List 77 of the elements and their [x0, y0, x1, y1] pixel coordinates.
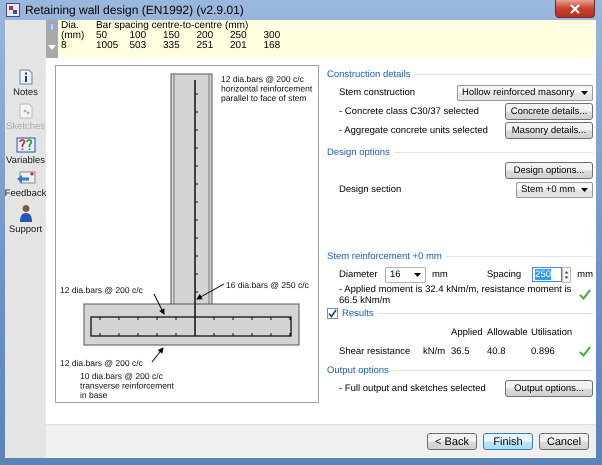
- details-button[interactable]: Concrete details...: [505, 103, 593, 120]
- envelope-arrow-icon: [16, 171, 36, 186]
- section-title: Output options: [327, 364, 389, 376]
- document-icon: [18, 103, 34, 119]
- stem-construction-dropdown[interactable]: Hollow reinforced masonry: [457, 84, 593, 100]
- table-cell-text: 0.896: [531, 346, 556, 357]
- table-cell-text: 251: [196, 41, 214, 51]
- field-label: Design section: [339, 184, 402, 195]
- details-button[interactable]: Masonry details...: [505, 122, 593, 139]
- diameter-dropdown[interactable]: 16: [385, 266, 426, 282]
- section-title: Results: [342, 308, 374, 318]
- table-cell-text: Shear resistance: [339, 346, 412, 357]
- annotation-label: 12 dia.bars @ 200 c/c: [60, 358, 143, 368]
- sidebar-item[interactable]: Support: [5, 204, 46, 235]
- person-icon: [18, 204, 32, 222]
- note-text: - Concrete class C30/37 selected: [339, 106, 479, 117]
- table-cell-text: 8: [60, 41, 67, 51]
- annotation-label: 16 dia.bars @ 250 c/c: [226, 280, 309, 290]
- output-options-button[interactable]: Output options...: [505, 380, 593, 397]
- app-icon: [6, 3, 20, 17]
- leader-line: [154, 294, 164, 315]
- table-header: Dia.: [60, 21, 79, 31]
- close-icon: [569, 4, 581, 14]
- field-label: Stem construction: [339, 87, 416, 98]
- column-header: Applied: [451, 327, 484, 338]
- table-cell-text: 250: [230, 31, 247, 41]
- annotation-label: 10 dia.bars @ 200 c/c transverse reinforcement in base: [80, 371, 174, 400]
- close-button[interactable]: [555, 0, 595, 18]
- table-cell-text: (mm): [60, 31, 86, 41]
- sidebar-item[interactable]: Variables: [5, 137, 46, 166]
- table-cell-text: 335: [163, 41, 181, 51]
- note-text: - Aggregate concrete units selected: [339, 125, 488, 136]
- table-cell-text: 300: [264, 31, 282, 41]
- table-cell-text: 201: [230, 41, 248, 51]
- design-section-dropdown[interactable]: Stem +0 mm: [516, 182, 593, 198]
- field-label: Diameter: [339, 269, 379, 280]
- table-cell-text: 168: [264, 41, 282, 51]
- check-icon: [328, 308, 337, 318]
- dialog-button[interactable]: Finish: [483, 433, 533, 450]
- leader-line: [152, 347, 164, 362]
- table-cell-text: 36.5: [451, 346, 470, 357]
- section-title: Construction details: [327, 68, 410, 80]
- results-checkbox[interactable]: [327, 308, 338, 318]
- table-cell-text: 50: [96, 31, 108, 41]
- column-header: Utilisation: [531, 327, 574, 338]
- table-cell-text: 1005: [96, 41, 120, 51]
- info-icon: [48, 23, 56, 31]
- table-cell-text: 503: [130, 41, 148, 51]
- caret-icon: [581, 188, 588, 192]
- column-header: Allowable: [487, 327, 529, 338]
- table-cell-text: 40.8: [487, 346, 506, 357]
- spinner-buttons[interactable]: [562, 266, 572, 282]
- section-title: Design options: [327, 146, 390, 158]
- note-text: - Full output and sketches selected: [339, 383, 486, 394]
- leader-line: [196, 284, 224, 300]
- message-text: - Applied moment is 32.4 kNm/m, resistance moment is 66.5 kNm/m: [339, 284, 572, 306]
- table-header: Bar spacing centre-to-centre (mm): [96, 21, 248, 31]
- dialog-button[interactable]: Cancel: [539, 433, 589, 450]
- field-label: Spacing: [486, 269, 522, 280]
- window-title: Retaining wall design (EN1992) (v2.9.01): [25, 3, 244, 17]
- table-cell-text: 200: [196, 31, 214, 41]
- variables-icon: [16, 137, 36, 153]
- caret-icon: [414, 272, 421, 276]
- unit-label: mm: [577, 269, 593, 280]
- table-cell-text: 100: [130, 31, 146, 41]
- table-cell-text: kN/m: [423, 346, 446, 357]
- section-title: Stem reinforcement +0 mm: [327, 250, 442, 262]
- caret-icon: [581, 90, 588, 94]
- sidebar-item[interactable]: Feedback: [5, 171, 46, 199]
- table-cell-text: 150: [163, 31, 181, 41]
- dialog-button[interactable]: < Back: [427, 433, 477, 450]
- sidebar-item[interactable]: Notes: [5, 69, 46, 98]
- document-icon: [18, 69, 34, 85]
- unit-label: mm: [432, 269, 448, 280]
- annotation-label: 12 dia.bars @ 200 c/c horizontal reinforcement parallel to face of stem: [221, 74, 312, 103]
- annotation-label: 12 dia.bars @ 200 c/c: [60, 285, 143, 295]
- design-options-button[interactable]: Design options...: [505, 162, 593, 179]
